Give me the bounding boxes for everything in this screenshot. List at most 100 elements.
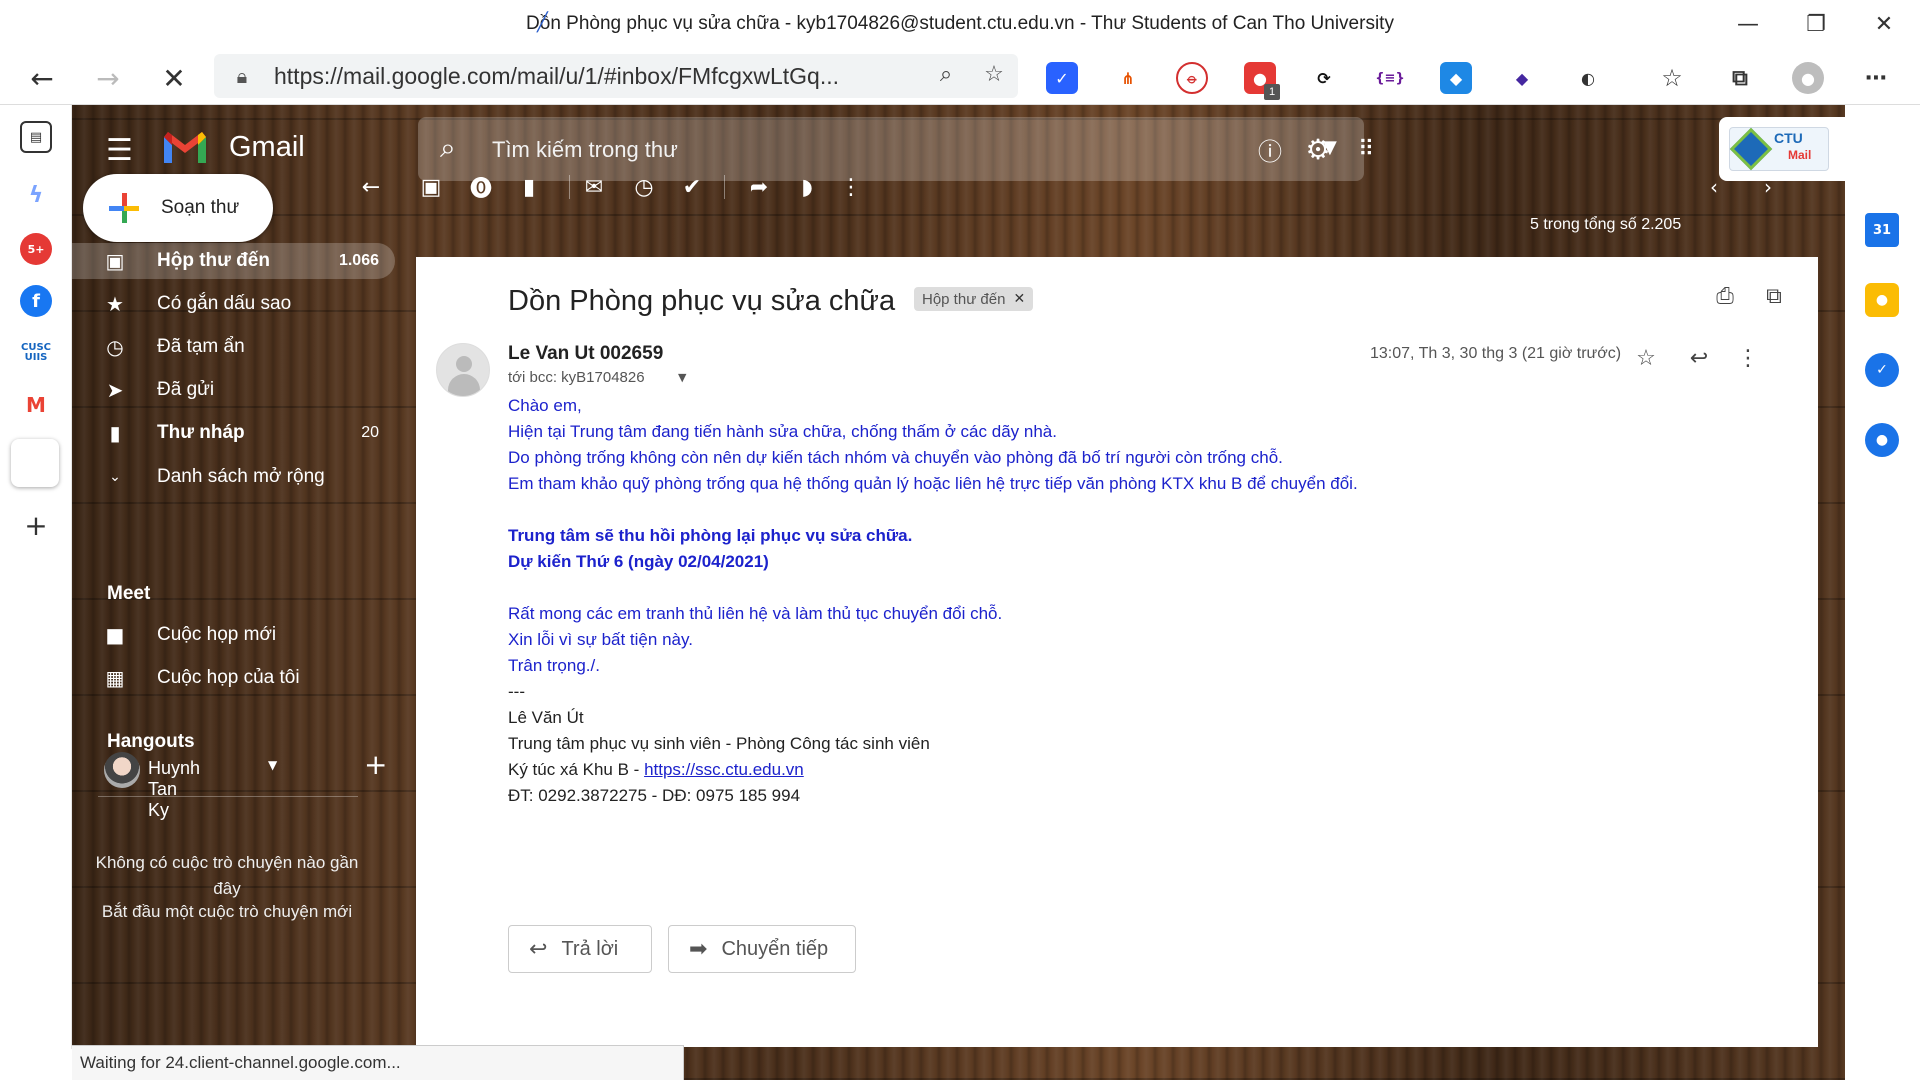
hangouts-start-link[interactable]: Bắt đầu một cuộc trò chuyện mới (92, 902, 362, 922)
gmail-logo-icon (164, 132, 206, 163)
forward-button[interactable]: ➡ Chuyển tiếp (668, 925, 856, 973)
hangouts-avatar[interactable] (104, 752, 140, 788)
profile-icon[interactable]: ● (1792, 62, 1824, 94)
extension-1-icon[interactable]: ✓ (1046, 62, 1078, 94)
bolt-icon[interactable]: ϟ (20, 179, 52, 211)
blank-app-icon[interactable] (11, 439, 59, 487)
inbox-icon: ▣ (105, 249, 125, 273)
tasks-app-icon[interactable]: ✓ (1865, 353, 1899, 387)
print-icon[interactable]: ⎙ (1708, 279, 1742, 313)
search-icon[interactable]: ⌕ (440, 131, 456, 165)
back-to-inbox-icon[interactable]: ← (353, 169, 389, 205)
sidebar-item-label: Danh sách mở rộng (157, 466, 325, 487)
hangouts-user-name[interactable]: Huynh Tan Ky (148, 758, 200, 821)
app-5plus-icon[interactable]: 5+ (20, 233, 52, 265)
favorites-icon[interactable]: ☆ (1656, 62, 1688, 94)
label-icon[interactable]: ◗ (789, 169, 825, 205)
help-icon[interactable]: ⓘ (1250, 129, 1290, 169)
contacts-app-icon[interactable]: ● (1865, 423, 1899, 457)
archive-icon[interactable]: ▣ (413, 169, 449, 205)
settings-gear-icon[interactable]: ⚙ (1298, 129, 1338, 169)
dark-mode-icon[interactable]: ◐ (1572, 62, 1604, 94)
reply-button[interactable]: ↩ Trả lời (508, 925, 652, 973)
meet-item-label: Cuộc họp mới (157, 624, 277, 645)
tab-actions-icon[interactable]: ▤ (20, 121, 52, 153)
close-window-button[interactable]: ✕ (1854, 6, 1914, 42)
search-input[interactable] (492, 137, 1272, 163)
stop-loading-button[interactable]: ✕ (152, 56, 196, 100)
message-timestamp: 13:07, Th 3, 30 thg 3 (21 giờ trước) (1370, 345, 1622, 362)
more-actions-icon[interactable]: ⋮ (833, 169, 869, 205)
label-chip-text: Hộp thư đến (922, 290, 1006, 308)
open-new-window-icon[interactable]: ⧉ (1757, 279, 1791, 313)
extension-7-icon[interactable]: ◆ (1440, 62, 1472, 94)
add-task-icon[interactable]: ✔ (674, 169, 710, 205)
extension-6-icon[interactable]: {≡} (1374, 62, 1406, 94)
gmail-side-panel: 31 ● ✓ ● (1845, 105, 1920, 1049)
add-favorite-icon[interactable]: ☆ (978, 62, 1010, 90)
meet-my-meetings[interactable]: ▦ Cuộc họp của tôi (72, 660, 395, 696)
apps-grid-icon[interactable]: ⠿ (1346, 129, 1386, 169)
forward-button[interactable]: → (86, 56, 130, 100)
meet-new-meeting[interactable]: ■ Cuộc họp mới (72, 617, 395, 653)
remove-label-icon[interactable]: ✕ (1013, 291, 1025, 307)
maximize-button[interactable]: ❐ (1786, 6, 1846, 42)
show-details-caret-icon[interactable]: ▼ (678, 371, 686, 384)
expand-side-panel-icon[interactable]: › (1873, 1030, 1882, 1055)
sidebar-item-more[interactable]: ⌄ Danh sách mở rộng (72, 459, 395, 495)
move-to-icon[interactable]: ➦ (741, 169, 777, 205)
keep-app-icon[interactable]: ● (1865, 283, 1899, 317)
main-menu-icon[interactable]: ☰ (106, 133, 133, 168)
sidebar-item-snoozed[interactable]: ◷ Đã tạm ẩn (72, 329, 395, 365)
more-menu-icon[interactable]: ⋯ (1860, 62, 1892, 94)
signature-link[interactable]: https://ssc.ctu.edu.vn (644, 760, 804, 779)
message-subject: Dồn Phòng phục vụ sửa chữa (508, 285, 896, 317)
toolbar-divider (724, 175, 725, 199)
inbox-label-chip[interactable]: Hộp thư đến ✕ (914, 287, 1034, 311)
hangouts-status-caret-icon[interactable]: ▼ (268, 758, 277, 772)
back-button[interactable]: ← (20, 56, 64, 100)
message-more-icon[interactable]: ⋮ (1731, 341, 1765, 375)
address-bar[interactable]: 🔒︎ https://mail.google.com/mail/u/1/#inb… (214, 54, 1018, 98)
zoom-icon[interactable]: ⌕ (930, 62, 962, 90)
sidebar-item-inbox[interactable]: ▣ Hộp thư đến 1.066 (72, 243, 395, 279)
search-bar[interactable]: ⌕ ▼ (418, 117, 1364, 181)
extension-8-icon[interactable]: ◆ (1506, 62, 1538, 94)
mark-unread-icon[interactable]: ✉ (576, 169, 612, 205)
compose-button[interactable]: Soạn thư (83, 174, 273, 242)
send-icon: ➤ (106, 378, 124, 402)
forward-arrow-icon: ➡ (689, 936, 708, 962)
url-text[interactable]: https://mail.google.com/mail/u/1/#inbox/… (274, 63, 894, 90)
extension-2-icon[interactable]: ⋔ (1112, 62, 1144, 94)
lock-icon[interactable]: 🔒︎ (222, 64, 262, 88)
reply-label: Trả lời (561, 937, 619, 960)
sidebar-item-drafts[interactable]: ▮ Thư nháp 20 (72, 415, 395, 451)
newer-chevron-icon[interactable]: ‹ (1696, 169, 1732, 205)
meet-item-label: Cuộc họp của tôi (157, 667, 300, 688)
extension-3-icon[interactable]: ⦵ (1176, 62, 1208, 94)
cusc-uiis-icon[interactable]: CUSC UIIS (20, 337, 52, 369)
star-message-icon[interactable]: ☆ (1629, 341, 1663, 375)
report-spam-icon[interactable]: ⓿ (463, 169, 499, 205)
older-chevron-icon[interactable]: › (1750, 169, 1786, 205)
facebook-icon[interactable]: f (20, 285, 52, 317)
sidebar-item-starred[interactable]: ★ Có gắn dấu sao (72, 286, 395, 322)
ctu-logo-text: CTU (1774, 130, 1803, 146)
minimize-button[interactable]: — (1718, 6, 1778, 42)
extension-5-icon[interactable]: ⟳ (1308, 62, 1340, 94)
collections-icon[interactable]: ⧉ (1724, 62, 1756, 94)
gmail-app-icon[interactable]: M (20, 389, 52, 421)
compose-label: Soạn thư (161, 197, 240, 218)
delete-icon[interactable]: ▮ (511, 169, 547, 205)
new-conversation-icon[interactable]: + (364, 748, 387, 781)
snooze-icon[interactable]: ◷ (626, 169, 662, 205)
sender-name[interactable]: Le Van Ut 002659 (508, 343, 663, 365)
add-app-icon[interactable]: + (20, 509, 52, 542)
calendar-app-icon[interactable]: 31 (1865, 213, 1899, 247)
body-line: Trân trọng./. (508, 656, 600, 675)
body-line: Rất mong các em tranh thủ liên hệ và làm… (508, 604, 1003, 623)
sidebar-item-sent[interactable]: ➤ Đã gửi (72, 372, 395, 408)
meet-section-title: Meet (107, 583, 151, 604)
signature-org: Trung tâm phục vụ sinh viên - Phòng Công… (508, 734, 930, 753)
reply-icon[interactable]: ↩ (1682, 341, 1716, 375)
